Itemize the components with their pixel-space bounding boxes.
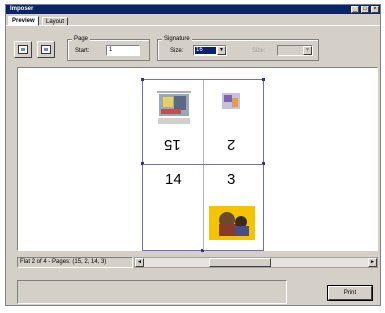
size-select[interactable]: 16 ▼ [193, 45, 227, 56]
close-button[interactable]: × [371, 6, 379, 13]
page-number-15: 15 [164, 136, 181, 153]
signature-group: Signature Size: 16 ▼ Size: ▼ [157, 35, 319, 61]
maximize-button[interactable]: □ [361, 6, 369, 13]
page-group-label: Page [72, 35, 91, 43]
imposer-window: Imposer _ □ × Preview Layout Page Start:… [5, 4, 381, 306]
page-number-3: 3 [227, 171, 236, 188]
sheet-fold-vertical [203, 80, 204, 250]
sheet-view-button[interactable] [37, 41, 55, 58]
scroll-thumb[interactable] [209, 258, 271, 267]
status-text: Flat 2 of 4 - Pages: (15, 2, 14, 3) [17, 257, 133, 268]
signature-group-label: Signature [162, 35, 192, 43]
page-view-button[interactable] [14, 41, 32, 58]
minimize-button[interactable]: _ [351, 6, 359, 13]
page-thumbnail-image [155, 90, 193, 126]
size-value: 16 [195, 47, 216, 54]
secondary-size-label: Size: [252, 48, 266, 54]
crop-mark [141, 78, 144, 81]
sheet-fold-horizontal [143, 164, 263, 165]
print-button[interactable]: Print [328, 286, 372, 300]
page-number-14: 14 [165, 171, 182, 188]
chevron-down-icon[interactable]: ▼ [217, 46, 226, 55]
page-view-icon [18, 45, 28, 54]
scroll-right-icon[interactable]: ► [368, 258, 377, 267]
secondary-size-select: ▼ [277, 45, 313, 56]
imposition-sheet: 15 2 14 3 [141, 78, 265, 252]
preview-area: 15 2 14 3 [17, 67, 378, 252]
status-row: Flat 2 of 4 - Pages: (15, 2, 14, 3) ◄ ► [17, 257, 378, 268]
window-title: Imposer [10, 6, 34, 12]
start-input[interactable]: 1 [106, 45, 140, 56]
scroll-left-icon[interactable]: ◄ [135, 258, 144, 267]
sheet-view-icon [41, 45, 51, 54]
page-thumbnail-photo [209, 206, 255, 240]
size-label: Size: [170, 48, 184, 54]
tab-preview[interactable]: Preview [8, 16, 39, 26]
page-thumbnail-icon [222, 93, 240, 109]
title-bar: Imposer _ □ × [6, 5, 380, 14]
message-panel [17, 280, 287, 304]
chevron-down-icon: ▼ [303, 46, 312, 55]
tab-divider [6, 25, 380, 26]
page-group: Page Start: 1 [67, 35, 150, 61]
horizontal-scrollbar[interactable]: ◄ ► [134, 257, 378, 268]
page-number-2: 2 [227, 136, 236, 153]
start-label: Start: [75, 48, 90, 54]
crop-mark [262, 78, 265, 81]
